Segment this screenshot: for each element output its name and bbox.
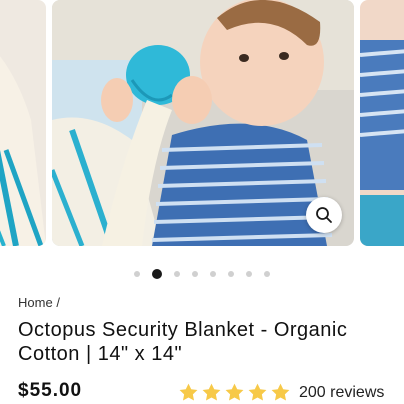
rating-stars — [178, 382, 291, 403]
pagination-dot[interactable] — [210, 271, 216, 277]
star-icon — [271, 383, 290, 401]
pagination-dot-active[interactable] — [152, 269, 162, 279]
pagination-dot[interactable] — [264, 271, 270, 277]
pagination-dot[interactable] — [192, 271, 198, 277]
breadcrumb-home-link[interactable]: Home — [18, 295, 53, 310]
reviews-count-link[interactable]: 200 reviews — [299, 384, 384, 402]
product-image-gallery[interactable] — [0, 0, 404, 246]
star-icon — [202, 383, 221, 401]
magnifier-icon — [316, 207, 332, 223]
breadcrumb-separator: / — [56, 295, 60, 310]
pagination-dot[interactable] — [134, 271, 140, 277]
gallery-image-next[interactable] — [360, 0, 404, 246]
product-rating[interactable]: 200 reviews — [178, 382, 384, 403]
breadcrumb: Home / — [18, 295, 60, 310]
star-icon — [225, 383, 244, 401]
pagination-dot[interactable] — [174, 271, 180, 277]
baby-striped-shirt-photo — [360, 0, 404, 246]
product-title: Octopus Security Blanket - Organic Cotto… — [18, 319, 348, 365]
gallery-pagination-dots — [0, 269, 404, 279]
star-icon — [248, 383, 267, 401]
star-icon — [179, 383, 198, 401]
pagination-dot[interactable] — [246, 271, 252, 277]
product-price: $55.00 — [18, 380, 83, 401]
blanket-photo — [0, 0, 46, 246]
zoom-button[interactable] — [306, 197, 342, 233]
gallery-image-previous[interactable] — [0, 0, 46, 246]
pagination-dot[interactable] — [228, 271, 234, 277]
